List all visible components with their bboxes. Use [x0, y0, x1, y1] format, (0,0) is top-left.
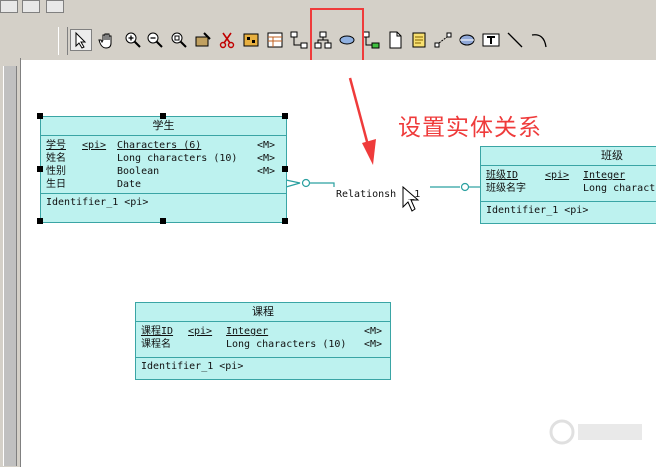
selection-handle[interactable]	[160, 218, 166, 224]
attribute-row[interactable]: 班级ID <pi> Integer	[481, 169, 656, 182]
attribute-row[interactable]: 班级名字 Long charact	[481, 182, 656, 195]
selection-handle[interactable]	[282, 166, 288, 172]
entity-attributes: 课程ID <pi> Integer <M> 课程名 Long character…	[136, 322, 390, 358]
crows-foot-mark	[285, 179, 301, 188]
attribute-row[interactable]: 生日 Date	[41, 178, 286, 191]
entity-identifier: Identifier_1 <pi>	[486, 205, 589, 216]
relationship-line-left	[310, 182, 335, 187]
entity-title: 班级	[481, 147, 656, 166]
powerdesigner-window: 设置实体关系 学生 学号 <pi> Characters (6) <M> 姓名 …	[0, 0, 656, 467]
selection-handle[interactable]	[37, 218, 43, 224]
attribute-row[interactable]: 课程ID <pi> Integer <M>	[136, 325, 390, 338]
entity-identifier: Identifier_1 <pi>	[46, 197, 149, 208]
optional-circle-student	[301, 178, 311, 188]
relationship-label[interactable]: Relationsh _1	[336, 189, 420, 200]
annotation-arrow-head	[362, 139, 376, 165]
annotation-arrow-line	[348, 77, 371, 150]
entity-attributes: 班级ID <pi> Integer 班级名字 Long charact	[481, 166, 656, 202]
entity-class[interactable]: 班级 班级ID <pi> Integer 班级名字 Long charact I…	[480, 146, 656, 224]
selection-handle[interactable]	[160, 113, 166, 119]
entity-title: 课程	[136, 303, 390, 322]
attribute-row[interactable]: 姓名 Long characters (10) <M>	[41, 152, 286, 165]
selection-handle[interactable]	[282, 218, 288, 224]
optional-circle-class	[460, 182, 470, 192]
selection-handle[interactable]	[37, 113, 43, 119]
annotation-text: 设置实体关系	[398, 115, 542, 141]
attribute-row[interactable]: 课程名 Long characters (10) <M>	[136, 338, 390, 351]
watermark-logo	[549, 419, 642, 445]
entity-identifier: Identifier_1 <pi>	[141, 361, 244, 372]
selection-handle[interactable]	[37, 166, 43, 172]
entity-attributes: 学号 <pi> Characters (6) <M> 姓名 Long chara…	[41, 136, 286, 194]
attribute-row[interactable]: 学号 <pi> Characters (6) <M>	[41, 139, 286, 152]
attribute-row[interactable]: 性别 Boolean <M>	[41, 165, 286, 178]
relationship-graphics	[285, 77, 480, 212]
entity-student[interactable]: 学生 学号 <pi> Characters (6) <M> 姓名 Long ch…	[40, 116, 287, 223]
entity-course[interactable]: 课程 课程ID <pi> Integer <M> 课程名 Long charac…	[135, 302, 391, 380]
selection-handle[interactable]	[282, 113, 288, 119]
entity-title: 学生	[41, 117, 286, 136]
